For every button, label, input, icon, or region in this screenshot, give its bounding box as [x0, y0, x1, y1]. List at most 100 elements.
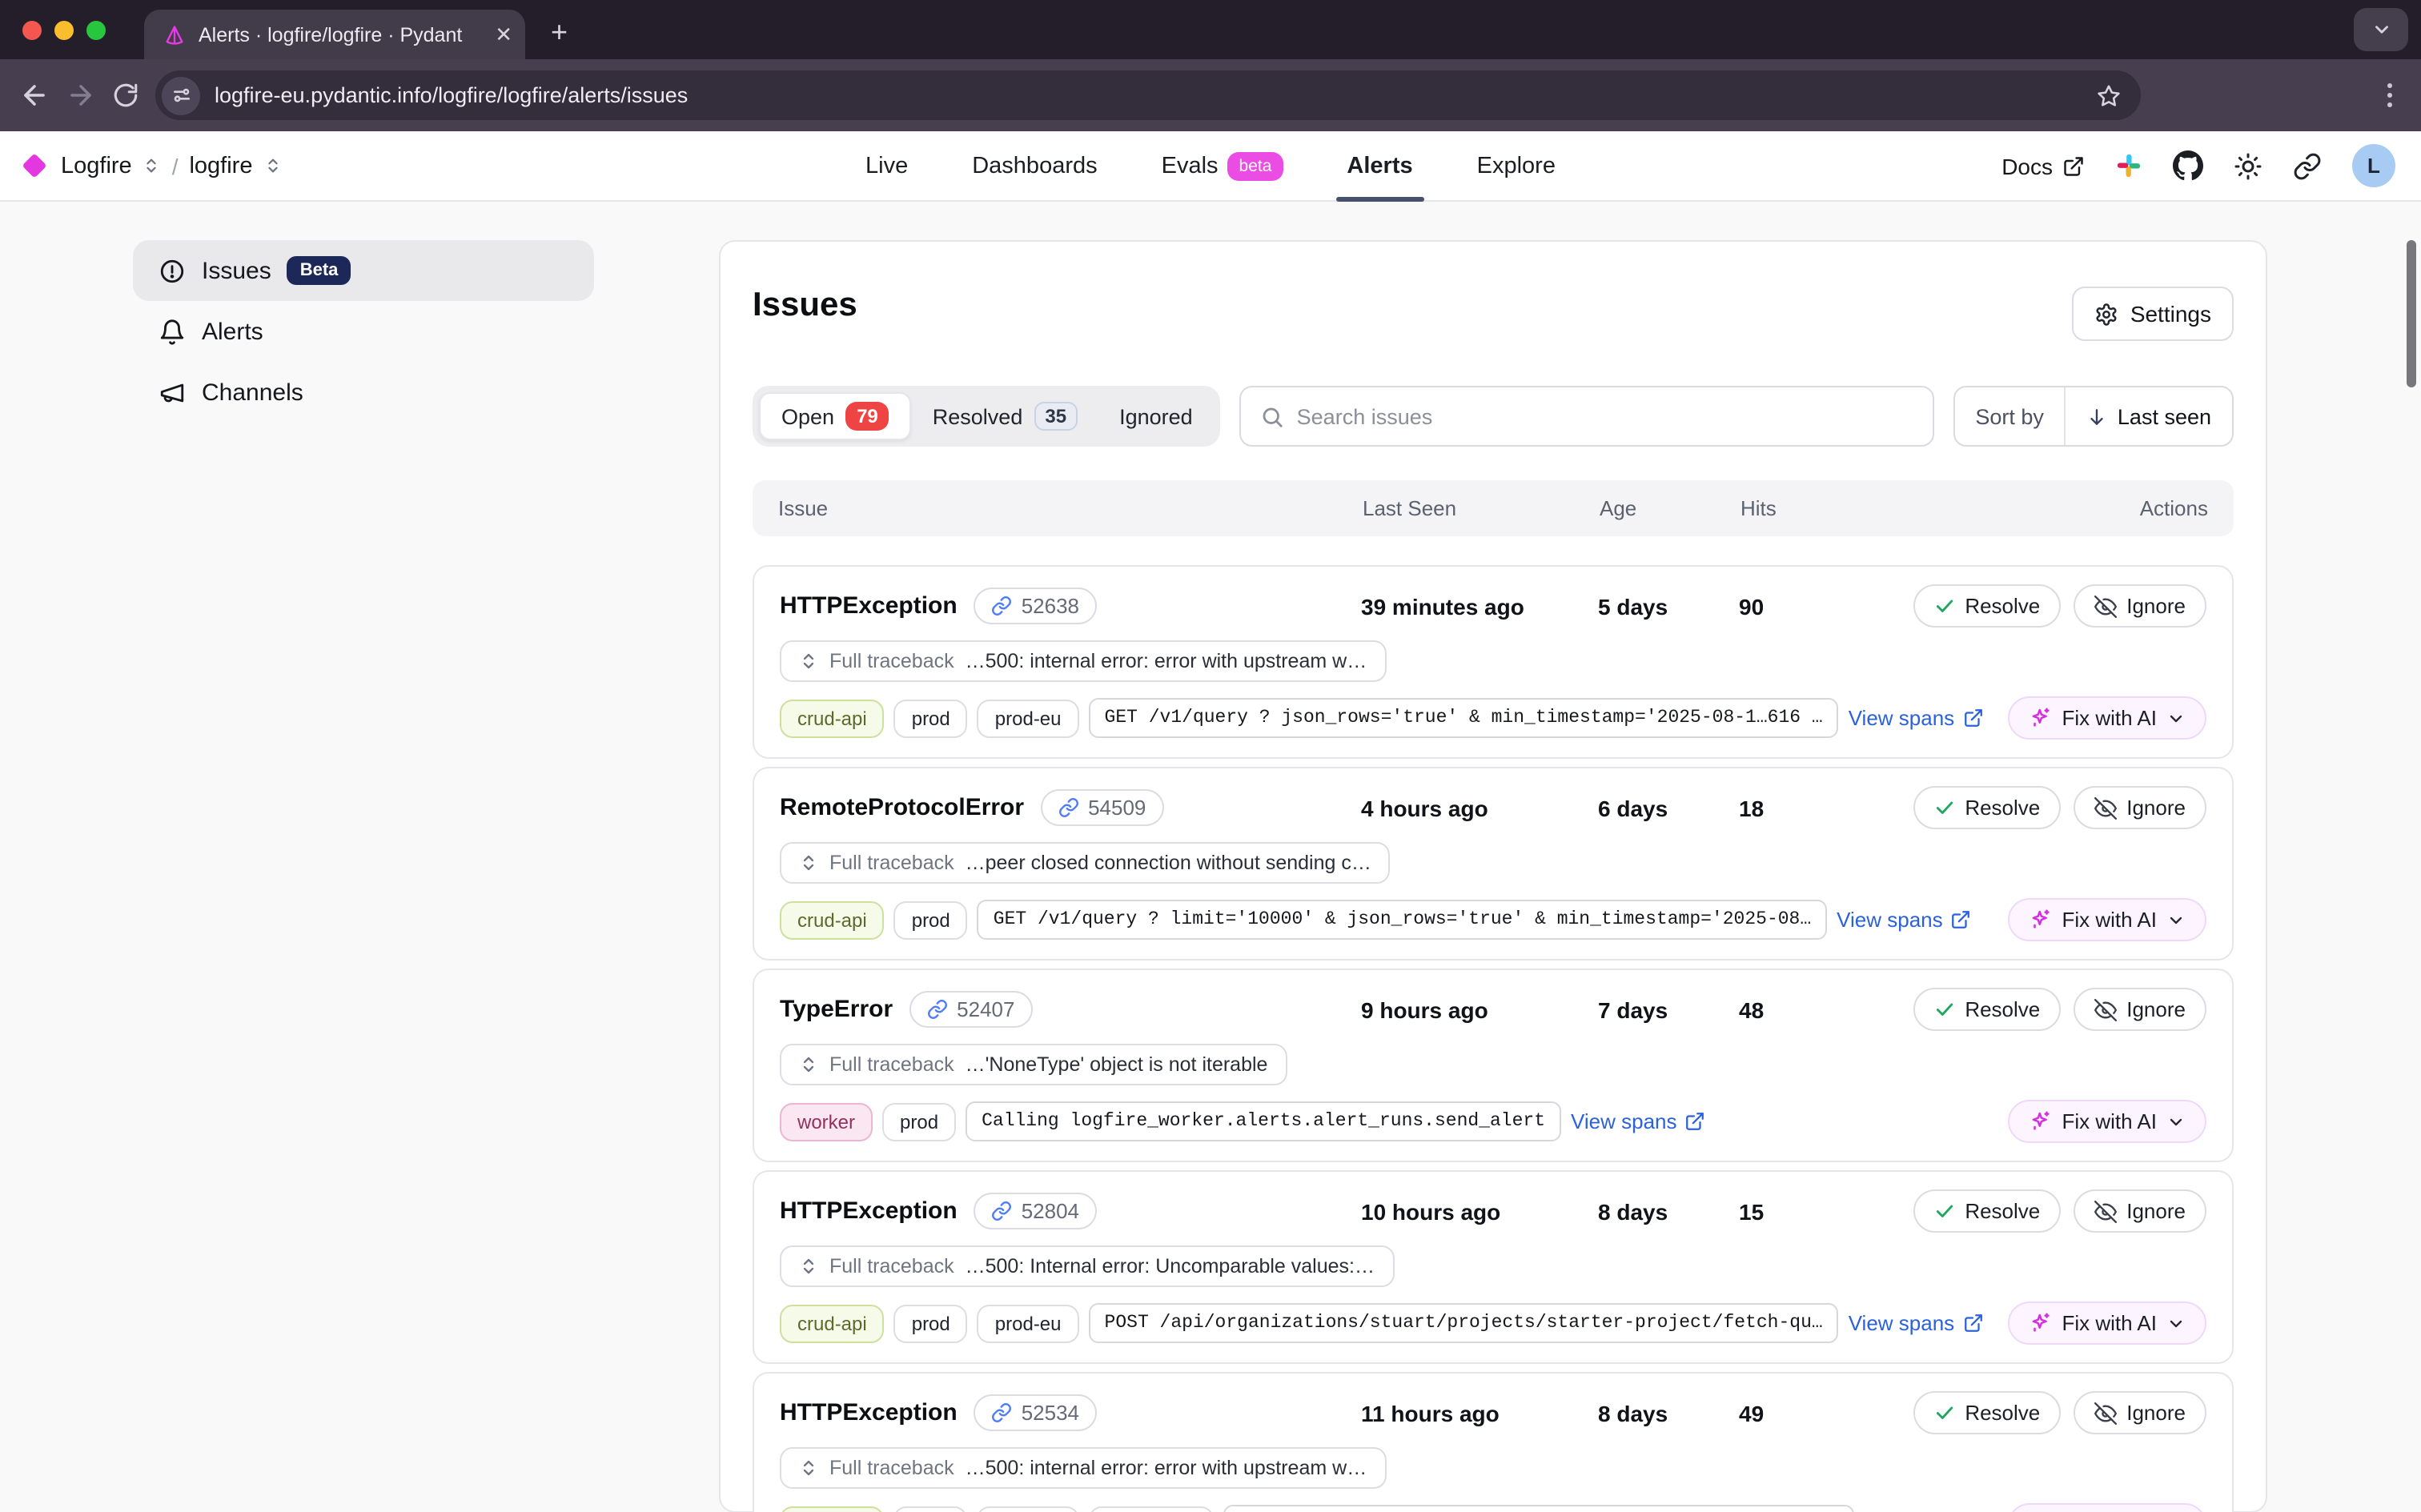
theme-sun-icon[interactable] [2234, 151, 2262, 180]
browser-tab[interactable]: Alerts · logfire/logfire · Pydant ✕ [144, 10, 525, 59]
full-traceback-button[interactable]: Full traceback …peer closed connection w… [780, 842, 1391, 884]
tag[interactable]: crud-api [780, 699, 885, 737]
address-bar[interactable]: logfire-eu.pydantic.info/logfire/logfire… [155, 70, 2141, 120]
nav-evals[interactable]: Evalsbeta [1157, 130, 1288, 201]
sidebar-item-alerts[interactable]: Alerts [133, 301, 594, 362]
resolve-button[interactable]: Resolve [1913, 1189, 2061, 1233]
span-message[interactable]: GET /v1/query ? json_rows='true' & min_t… [1089, 698, 1839, 738]
issue-id-chip[interactable]: 52534 [974, 1394, 1097, 1431]
tag[interactable]: crud-api [780, 1506, 885, 1512]
tab-open[interactable]: Open 79 [759, 392, 912, 440]
tag[interactable]: prod-eu [978, 1506, 1079, 1512]
full-traceback-button[interactable]: Full traceback …500: Internal error: Unc… [780, 1245, 1394, 1287]
sidebar-item-issues[interactable]: Issues Beta [133, 240, 594, 301]
resolve-button[interactable]: Resolve [1913, 1391, 2061, 1434]
ignore-button[interactable]: Ignore [2074, 1391, 2206, 1434]
tag[interactable]: prod [894, 1506, 968, 1512]
tag[interactable]: prod [882, 1102, 956, 1141]
fix-with-ai-button[interactable]: Fix with AI [2008, 1100, 2207, 1143]
ignore-button[interactable]: Ignore [2074, 988, 2206, 1031]
tag[interactable]: prod-eu [978, 699, 1079, 737]
new-tab-button[interactable]: + [551, 16, 568, 59]
page-scrollbar[interactable] [2407, 240, 2416, 387]
avatar[interactable]: L [2352, 144, 2395, 187]
bookmark-star-icon[interactable] [2096, 82, 2122, 108]
tab-search-chevron-button[interactable] [2354, 8, 2408, 51]
tag[interactable]: staging-eu [1089, 1506, 1214, 1512]
tag[interactable]: worker [780, 1102, 873, 1141]
settings-button[interactable]: Settings [2073, 287, 2234, 341]
eye-off-icon [2094, 1402, 2117, 1424]
fix-with-ai-button[interactable]: Fix with AI [2008, 1503, 2207, 1512]
fix-with-ai-button[interactable]: Fix with AI [2008, 1301, 2207, 1345]
issue-id-chip[interactable]: 52638 [974, 588, 1097, 624]
view-spans-link[interactable]: View spans [1849, 1311, 1984, 1335]
logfire-favicon-icon [163, 23, 186, 46]
span-message[interactable]: POST /api/organizations/maor/projects/ba… [1223, 1505, 1853, 1512]
tag[interactable]: crud-api [780, 1304, 885, 1342]
view-spans-link[interactable]: View spans [1837, 908, 1972, 932]
nav-alerts[interactable]: Alerts [1342, 130, 1417, 201]
org-switcher[interactable]: Logfire [61, 153, 132, 178]
tab-close-icon[interactable]: ✕ [495, 24, 512, 45]
minimize-window-button[interactable] [54, 21, 74, 40]
issue-id-chip[interactable]: 52804 [974, 1193, 1097, 1229]
sort-value-button[interactable]: Last seen [2066, 387, 2232, 445]
issue-id-chip[interactable]: 52407 [909, 991, 1032, 1028]
search-box[interactable] [1239, 386, 1934, 447]
issue-age: 8 days [1598, 1198, 1739, 1224]
external-link-icon [1685, 1111, 1706, 1132]
full-traceback-button[interactable]: Full traceback …500: internal error: err… [780, 1447, 1386, 1489]
resolve-button[interactable]: Resolve [1913, 786, 2061, 829]
tag[interactable]: prod [894, 900, 968, 939]
tag[interactable]: prod-eu [978, 1304, 1079, 1342]
tag[interactable]: crud-api [780, 900, 885, 939]
maximize-window-button[interactable] [86, 21, 106, 40]
site-settings-icon[interactable] [162, 76, 200, 114]
chevrons-up-down-icon[interactable] [263, 157, 281, 174]
reload-icon[interactable] [112, 82, 139, 109]
full-traceback-button[interactable]: Full traceback …500: internal error: err… [780, 640, 1386, 682]
search-input[interactable] [1297, 404, 1913, 428]
ignore-button[interactable]: Ignore [2074, 584, 2206, 628]
tag[interactable]: prod [894, 1304, 968, 1342]
sort-by-label: Sort by [1954, 387, 2066, 445]
nav-explore[interactable]: Explore [1472, 130, 1560, 201]
close-window-button[interactable] [22, 21, 42, 40]
full-traceback-button[interactable]: Full traceback …'NoneType' object is not… [780, 1044, 1287, 1085]
sort-control: Sort by Last seen [1953, 386, 2234, 447]
nav-live[interactable]: Live [861, 130, 913, 201]
nav-dashboards[interactable]: Dashboards [967, 130, 1102, 201]
span-message[interactable]: GET /v1/query ? limit='10000' & json_row… [978, 900, 1827, 940]
forward-icon[interactable] [66, 80, 96, 110]
project-switcher[interactable]: logfire [189, 153, 252, 178]
issue-row: RemoteProtocolError 54509 4 hours ago 6 … [753, 767, 2234, 961]
tab-resolved[interactable]: Resolved 35 [912, 392, 1098, 440]
fix-with-ai-button[interactable]: Fix with AI [2008, 898, 2207, 941]
resolve-button[interactable]: Resolve [1913, 988, 2061, 1031]
check-icon [1934, 596, 1955, 616]
view-spans-link[interactable]: View spans [1571, 1109, 1706, 1133]
issue-id-chip[interactable]: 54509 [1040, 789, 1163, 826]
back-icon[interactable] [19, 80, 50, 110]
fix-with-ai-button[interactable]: Fix with AI [2008, 696, 2207, 740]
ignore-button[interactable]: Ignore [2074, 1189, 2206, 1233]
docs-link[interactable]: Docs [2001, 153, 2085, 178]
slack-icon[interactable] [2115, 152, 2142, 179]
span-message[interactable]: POST /api/organizations/stuart/projects/… [1089, 1303, 1839, 1343]
issue-last-seen: 10 hours ago [1361, 1198, 1598, 1224]
tab-ignored[interactable]: Ignored [1098, 392, 1214, 440]
span-message[interactable]: Calling logfire_worker.alerts.alert_runs… [966, 1101, 1561, 1141]
sparkles-icon [2029, 706, 2053, 730]
sparkles-icon [2029, 1311, 2053, 1335]
view-spans-link[interactable]: View spans [1849, 706, 1984, 730]
resolve-button[interactable]: Resolve [1913, 584, 2061, 628]
tag[interactable]: prod [894, 699, 968, 737]
github-icon[interactable] [2173, 150, 2203, 181]
browser-menu-icon[interactable] [2378, 83, 2402, 107]
sidebar-item-channels[interactable]: Channels [133, 362, 594, 423]
share-link-icon[interactable] [2293, 151, 2322, 180]
chevrons-up-down-icon[interactable] [143, 157, 161, 174]
ignore-button[interactable]: Ignore [2074, 786, 2206, 829]
traceback-summary: …500: internal error: error with upstrea… [966, 650, 1367, 672]
